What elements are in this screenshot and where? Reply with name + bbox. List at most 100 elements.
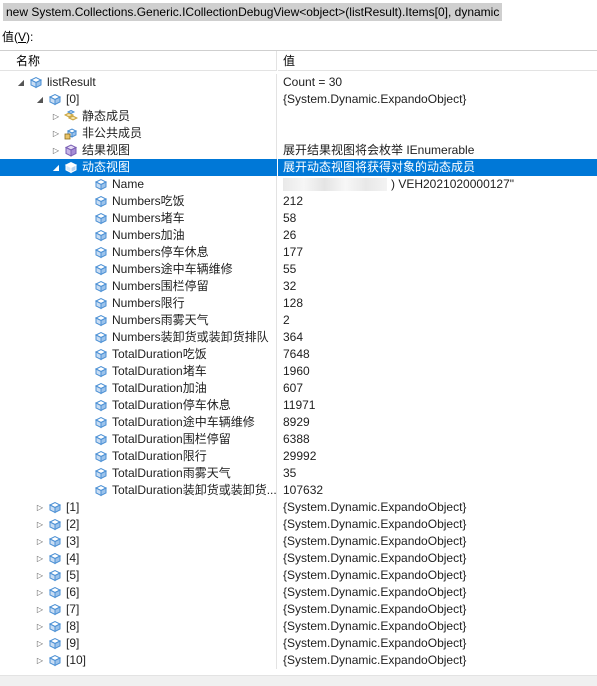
name-cell[interactable]: Numbers加油 — [0, 227, 277, 244]
tree-row[interactable]: ▷ [4] {System.Dynamic.ExpandoObject} — [0, 550, 597, 567]
name-cell[interactable]: ◢ [0] — [0, 91, 277, 108]
value-cell[interactable]: 展开动态视图将获得对象的动态成员 — [278, 159, 597, 176]
value-cell[interactable]: {System.Dynamic.ExpandoObject} — [278, 91, 597, 108]
tree-row[interactable]: ▷ [9] {System.Dynamic.ExpandoObject} — [0, 635, 597, 652]
value-cell[interactable]: {System.Dynamic.ExpandoObject} — [278, 618, 597, 635]
name-cell[interactable]: ◢ listResult — [0, 74, 277, 91]
tree-row[interactable]: ▷ 结果视图 展开结果视图将会枚举 IEnumerable — [0, 142, 597, 159]
value-cell[interactable]: 364 — [278, 329, 597, 346]
name-cell[interactable]: Numbers围栏停留 — [0, 278, 277, 295]
tree-row[interactable]: ▷ [3] {System.Dynamic.ExpandoObject} — [0, 533, 597, 550]
value-cell[interactable]: 35 — [278, 465, 597, 482]
name-cell[interactable]: ▷ [5] — [0, 567, 277, 584]
tree-row[interactable]: Numbers加油 26 — [0, 227, 597, 244]
value-cell[interactable]: 128 — [278, 295, 597, 312]
value-cell[interactable]: 177 — [278, 244, 597, 261]
name-cell[interactable]: TotalDuration途中车辆维修 — [0, 414, 277, 431]
name-cell[interactable]: Numbers限行 — [0, 295, 277, 312]
tree-row[interactable]: ◢ listResult Count = 30 — [0, 74, 597, 91]
tree-row[interactable]: ▷ 非公共成员 — [0, 125, 597, 142]
tree-row[interactable]: Name) VEH2021020000127" — [0, 176, 597, 193]
value-cell[interactable]: 2 — [278, 312, 597, 329]
name-cell[interactable]: ▷ [9] — [0, 635, 277, 652]
tree-row[interactable]: ◢ 动态视图 展开动态视图将获得对象的动态成员 — [0, 159, 597, 176]
tree-row[interactable]: ◢ [0] {System.Dynamic.ExpandoObject} — [0, 91, 597, 108]
expand-arrow-icon[interactable]: ▷ — [34, 618, 46, 635]
value-cell[interactable]: 26 — [278, 227, 597, 244]
value-cell[interactable]: 11971 — [278, 397, 597, 414]
tree-row[interactable]: Numbers停车休息 177 — [0, 244, 597, 261]
tree-row[interactable]: Numbers雨雾天气 2 — [0, 312, 597, 329]
name-cell[interactable]: TotalDuration雨雾天气 — [0, 465, 277, 482]
value-cell[interactable]: 展开结果视图将会枚举 IEnumerable — [278, 142, 597, 159]
tree-row[interactable]: ▷ 静态成员 — [0, 108, 597, 125]
name-cell[interactable]: ▷ [6] — [0, 584, 277, 601]
name-cell[interactable]: TotalDuration装卸货或装卸货... — [0, 482, 277, 499]
name-cell[interactable]: ▷ 结果视图 — [0, 142, 277, 159]
expand-arrow-icon[interactable]: ▷ — [34, 652, 46, 669]
expand-arrow-icon[interactable]: ▷ — [34, 533, 46, 550]
name-cell[interactable]: TotalDuration吃饭 — [0, 346, 277, 363]
value-cell[interactable]: {System.Dynamic.ExpandoObject} — [278, 584, 597, 601]
name-cell[interactable]: Numbers途中车辆维修 — [0, 261, 277, 278]
value-cell[interactable]: 1960 — [278, 363, 597, 380]
value-cell[interactable]: {System.Dynamic.ExpandoObject} — [278, 533, 597, 550]
value-cell[interactable]: 8929 — [278, 414, 597, 431]
value-cell[interactable]: Count = 30 — [278, 74, 597, 91]
value-cell[interactable]: 55 — [278, 261, 597, 278]
value-cell[interactable] — [278, 125, 597, 142]
value-cell[interactable]: {System.Dynamic.ExpandoObject} — [278, 601, 597, 618]
value-cell[interactable]: 7648 — [278, 346, 597, 363]
name-cell[interactable]: TotalDuration限行 — [0, 448, 277, 465]
horizontal-scrollbar[interactable] — [0, 675, 597, 686]
name-cell[interactable]: ▷ [2] — [0, 516, 277, 533]
expand-arrow-icon[interactable]: ▷ — [34, 516, 46, 533]
name-cell[interactable]: ▷ [4] — [0, 550, 277, 567]
name-cell[interactable]: Numbers装卸货或装卸货排队 — [0, 329, 277, 346]
tree-row[interactable]: TotalDuration限行 29992 — [0, 448, 597, 465]
value-cell[interactable]: {System.Dynamic.ExpandoObject} — [278, 635, 597, 652]
name-cell[interactable]: TotalDuration围栏停留 — [0, 431, 277, 448]
tree-row[interactable]: TotalDuration停车休息 11971 — [0, 397, 597, 414]
tree-row[interactable]: TotalDuration雨雾天气 35 — [0, 465, 597, 482]
value-cell[interactable]: {System.Dynamic.ExpandoObject} — [278, 652, 597, 669]
collapse-arrow-icon[interactable]: ◢ — [50, 159, 62, 176]
name-cell[interactable]: Numbers堵车 — [0, 210, 277, 227]
value-cell[interactable]: 212 — [278, 193, 597, 210]
tree-row[interactable]: TotalDuration吃饭 7648 — [0, 346, 597, 363]
value-cell[interactable]: 58 — [278, 210, 597, 227]
value-cell[interactable]: 107632 — [278, 482, 597, 499]
tree-row[interactable]: TotalDuration围栏停留 6388 — [0, 431, 597, 448]
tree-row[interactable]: ▷ [10] {System.Dynamic.ExpandoObject} — [0, 652, 597, 669]
tree-row[interactable]: ▷ [5] {System.Dynamic.ExpandoObject} — [0, 567, 597, 584]
expand-arrow-icon[interactable]: ▷ — [34, 601, 46, 618]
value-cell[interactable] — [278, 108, 597, 125]
expand-arrow-icon[interactable]: ▷ — [50, 108, 62, 125]
tree-row[interactable]: Numbers限行 128 — [0, 295, 597, 312]
name-cell[interactable]: ▷ 静态成员 — [0, 108, 277, 125]
name-cell[interactable]: TotalDuration堵车 — [0, 363, 277, 380]
value-cell[interactable]: {System.Dynamic.ExpandoObject} — [278, 550, 597, 567]
expand-arrow-icon[interactable]: ▷ — [34, 567, 46, 584]
tree-row[interactable]: Numbers途中车辆维修 55 — [0, 261, 597, 278]
name-cell[interactable]: ▷ [8] — [0, 618, 277, 635]
tree-row[interactable]: ▷ [1] {System.Dynamic.ExpandoObject} — [0, 499, 597, 516]
value-cell[interactable]: {System.Dynamic.ExpandoObject} — [278, 567, 597, 584]
value-cell[interactable]: 607 — [278, 380, 597, 397]
tree-row[interactable]: ▷ [8] {System.Dynamic.ExpandoObject} — [0, 618, 597, 635]
value-cell[interactable]: {System.Dynamic.ExpandoObject} — [278, 516, 597, 533]
value-cell[interactable]: {System.Dynamic.ExpandoObject} — [278, 499, 597, 516]
column-header-value[interactable]: 值 — [278, 51, 597, 71]
name-cell[interactable]: Numbers雨雾天气 — [0, 312, 277, 329]
name-cell[interactable]: Numbers停车休息 — [0, 244, 277, 261]
expand-arrow-icon[interactable]: ▷ — [50, 142, 62, 159]
tree-row[interactable]: ▷ [6] {System.Dynamic.ExpandoObject} — [0, 584, 597, 601]
name-cell[interactable]: ▷ [10] — [0, 652, 277, 669]
name-cell[interactable]: Name — [0, 176, 277, 193]
name-cell[interactable]: TotalDuration停车休息 — [0, 397, 277, 414]
expand-arrow-icon[interactable]: ▷ — [34, 635, 46, 652]
name-cell[interactable]: ◢ 动态视图 — [0, 159, 277, 176]
tree-row[interactable]: TotalDuration加油 607 — [0, 380, 597, 397]
name-cell[interactable]: ▷ [7] — [0, 601, 277, 618]
collapse-arrow-icon[interactable]: ◢ — [34, 91, 46, 108]
